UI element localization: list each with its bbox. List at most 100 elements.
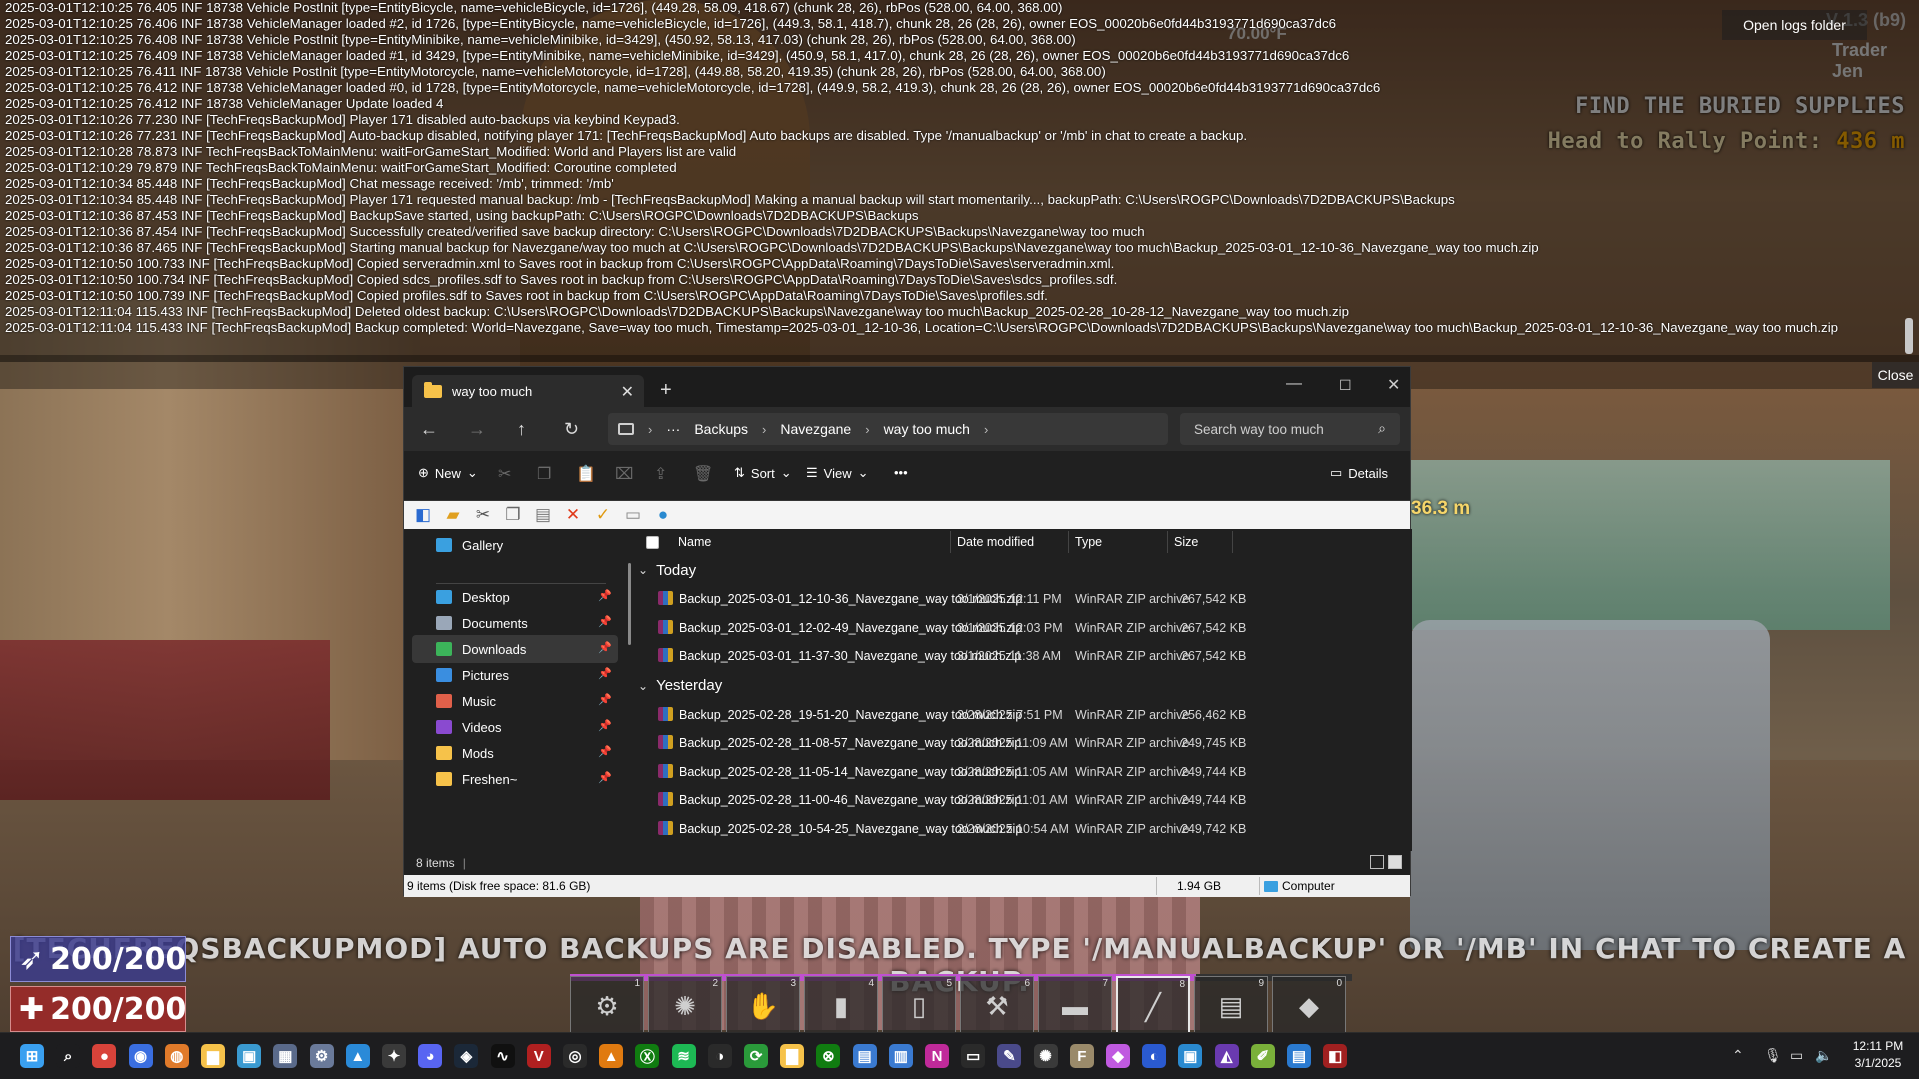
pin-icon[interactable]: 📌 bbox=[598, 771, 612, 784]
toolbelt-slot-0[interactable]: ◆ 0 bbox=[1272, 976, 1346, 1038]
sidebar-item-downloads[interactable]: Downloads 📌 bbox=[412, 635, 618, 663]
xbox-app-icon[interactable]: Ⓧ bbox=[635, 1044, 660, 1068]
minimize-icon[interactable]: — bbox=[1286, 375, 1302, 393]
refresh-icon[interactable]: ↻ bbox=[564, 419, 579, 440]
start-icon[interactable]: ⊞ bbox=[20, 1044, 44, 1068]
rdp-icon[interactable]: ▣ bbox=[1178, 1044, 1203, 1068]
breadcrumb-navezgane[interactable]: Navezgane bbox=[780, 421, 851, 437]
close-window-icon[interactable]: ✕ bbox=[1387, 375, 1400, 395]
discord-icon[interactable]: ◕ bbox=[418, 1044, 443, 1068]
sidebar-item-documents[interactable]: Documents 📌 bbox=[412, 609, 618, 637]
toolbelt-slot-9[interactable]: ▤ 9 bbox=[1194, 976, 1268, 1038]
up-icon[interactable]: ↑ bbox=[517, 419, 526, 440]
file-row[interactable]: Backup_2025-03-01_12-02-49_Navezgane_way… bbox=[632, 614, 1392, 642]
search-icon[interactable]: ⌕ bbox=[56, 1044, 81, 1068]
sidebar-scrollbar[interactable] bbox=[628, 563, 631, 645]
file-explorer-icon[interactable]: ▆ bbox=[201, 1044, 225, 1068]
console-close-button[interactable]: Close bbox=[1872, 362, 1919, 388]
terminal-wave-icon[interactable]: ∿ bbox=[490, 1044, 515, 1068]
delete-tool-icon[interactable]: ✕ bbox=[562, 504, 584, 526]
view-button[interactable]: ☰ View ⌄ bbox=[806, 465, 869, 481]
column-divider[interactable] bbox=[1068, 531, 1069, 553]
network-icon[interactable]: ▭ bbox=[1790, 1047, 1803, 1064]
column-divider[interactable] bbox=[1232, 531, 1233, 553]
console-scroll-thumb[interactable] bbox=[1905, 318, 1913, 354]
breadcrumb-backups[interactable]: Backups bbox=[694, 421, 748, 437]
pin-icon[interactable]: 📌 bbox=[598, 589, 612, 602]
delete-icon[interactable]: 🗑 bbox=[693, 464, 713, 484]
apps-icon[interactable]: ▥ bbox=[888, 1044, 913, 1068]
pin-icon[interactable]: 📌 bbox=[598, 667, 612, 680]
remote-desktop-icon[interactable]: ▣ bbox=[237, 1044, 262, 1068]
cut-tool-icon[interactable]: ✂ bbox=[472, 504, 494, 526]
tab-way-too-much[interactable]: way too much ✕ bbox=[412, 375, 644, 407]
close-tab-icon[interactable]: ✕ bbox=[621, 382, 634, 402]
sidebar-item-pictures[interactable]: Pictures 📌 bbox=[412, 661, 618, 689]
open-logs-folder-button[interactable]: Open logs folder bbox=[1722, 10, 1867, 40]
cmd-icon[interactable]: ▭ bbox=[961, 1044, 986, 1068]
copy-tool-icon[interactable]: ❐ bbox=[502, 504, 524, 526]
notepadpp-icon[interactable]: ✐ bbox=[1250, 1044, 1275, 1068]
details-button[interactable]: ▭ Details bbox=[1330, 465, 1388, 481]
file-row[interactable]: Backup_2025-02-28_19-51-20_Navezgane_way… bbox=[632, 701, 1392, 729]
group-header-yesterday[interactable]: ⌄ Yesterday bbox=[632, 673, 722, 699]
editor-icon[interactable]: ✎ bbox=[997, 1044, 1022, 1068]
more-crumbs-icon[interactable]: ··· bbox=[666, 421, 680, 437]
sidebar-item-music[interactable]: Music 📌 bbox=[412, 687, 618, 715]
chatgpt-icon[interactable]: ✺ bbox=[1033, 1044, 1058, 1068]
firefox-icon[interactable]: ◍ bbox=[164, 1044, 189, 1068]
photos-icon[interactable]: ▲ bbox=[345, 1044, 370, 1068]
spotify-icon[interactable]: ≋ bbox=[671, 1044, 696, 1068]
sidebar-item-freshen[interactable]: Freshen~ 📌 bbox=[412, 765, 618, 793]
address-bar[interactable]: › ··· Backups › Navezgane › way too much… bbox=[608, 413, 1168, 445]
pin-icon[interactable]: 📌 bbox=[598, 719, 612, 732]
sync-icon[interactable]: ⟳ bbox=[744, 1044, 768, 1068]
file-row[interactable]: Backup_2025-02-28_11-00-46_Navezgane_way… bbox=[632, 786, 1392, 814]
file-row[interactable]: Backup_2025-02-28_11-08-57_Navezgane_way… bbox=[632, 729, 1392, 757]
file-row[interactable]: Backup_2025-02-28_10-54-25_Navezgane_way… bbox=[632, 815, 1392, 843]
check-tool-icon[interactable]: ✓ bbox=[592, 504, 614, 526]
copy-icon[interactable]: ❐ bbox=[537, 464, 551, 484]
game-icon[interactable]: ✦ bbox=[382, 1044, 406, 1068]
toolbelt-slot-7[interactable]: ▬ 7 bbox=[1038, 976, 1112, 1038]
toolbelt-slot-1[interactable]: ⚙ 1 bbox=[570, 976, 644, 1038]
notepad-icon[interactable]: ▤ bbox=[1287, 1044, 1311, 1068]
sort-button[interactable]: ⇅ Sort ⌄ bbox=[734, 465, 792, 481]
visual-studio-icon[interactable]: ◭ bbox=[1214, 1044, 1239, 1068]
sidebar-item-gallery[interactable]: Gallery bbox=[412, 531, 618, 559]
details-view-icon[interactable] bbox=[1370, 855, 1384, 869]
pin-icon[interactable]: 📌 bbox=[598, 693, 612, 706]
sidebar-item-desktop[interactable]: Desktop 📌 bbox=[412, 583, 618, 611]
voicemeeter-icon[interactable]: V bbox=[526, 1044, 551, 1068]
microphone-icon[interactable]: 🎙 bbox=[1764, 1047, 1782, 1064]
tray-overflow-icon[interactable]: ⌃ bbox=[1732, 1047, 1744, 1064]
settings-icon[interactable]: ⚙ bbox=[309, 1044, 334, 1068]
file-row[interactable]: Backup_2025-02-28_11-05-14_Navezgane_way… bbox=[632, 758, 1392, 786]
pin-icon[interactable]: 📌 bbox=[598, 745, 612, 758]
new-button[interactable]: ⊕ New ⌄ bbox=[418, 465, 478, 481]
breadcrumb-way-too-much[interactable]: way too much bbox=[884, 421, 970, 437]
column-header-type[interactable]: Type bbox=[1075, 529, 1102, 555]
column-divider[interactable] bbox=[1167, 531, 1168, 553]
vlc-icon[interactable]: ▲ bbox=[599, 1044, 624, 1068]
file-row[interactable]: Backup_2025-03-01_11-37-30_Navezgane_way… bbox=[632, 642, 1392, 670]
folder2-icon[interactable]: ▇ bbox=[780, 1044, 805, 1068]
new-tab-icon[interactable]: + bbox=[660, 379, 672, 402]
game2-icon[interactable]: ◧ bbox=[1323, 1044, 1348, 1068]
browser-icon[interactable]: ◐ bbox=[1142, 1044, 1167, 1068]
chrome-icon[interactable]: ● bbox=[92, 1044, 117, 1068]
toolbelt-slot-8[interactable]: ╱ 8 bbox=[1116, 976, 1190, 1038]
file-row[interactable]: Backup_2025-03-01_12-10-36_Navezgane_way… bbox=[632, 585, 1392, 613]
onenote-icon[interactable]: N bbox=[925, 1044, 949, 1068]
sidebar-item-videos[interactable]: Videos 📌 bbox=[412, 713, 618, 741]
globe-tool-icon[interactable]: ● bbox=[652, 504, 674, 526]
rename-icon[interactable]: ⌧ bbox=[615, 464, 633, 484]
back-icon[interactable]: ← bbox=[420, 419, 438, 440]
pin-icon[interactable]: 📌 bbox=[598, 641, 612, 654]
column-header-name[interactable]: Name bbox=[678, 529, 711, 555]
search-input[interactable]: Search way too much ⌕ bbox=[1180, 413, 1400, 445]
column-header-date[interactable]: Date modified bbox=[957, 529, 1034, 555]
forward-icon[interactable]: → bbox=[468, 419, 486, 440]
cut-icon[interactable]: ✂ bbox=[498, 464, 511, 484]
toolbelt-slot-2[interactable]: ✺ 2 bbox=[648, 976, 722, 1038]
